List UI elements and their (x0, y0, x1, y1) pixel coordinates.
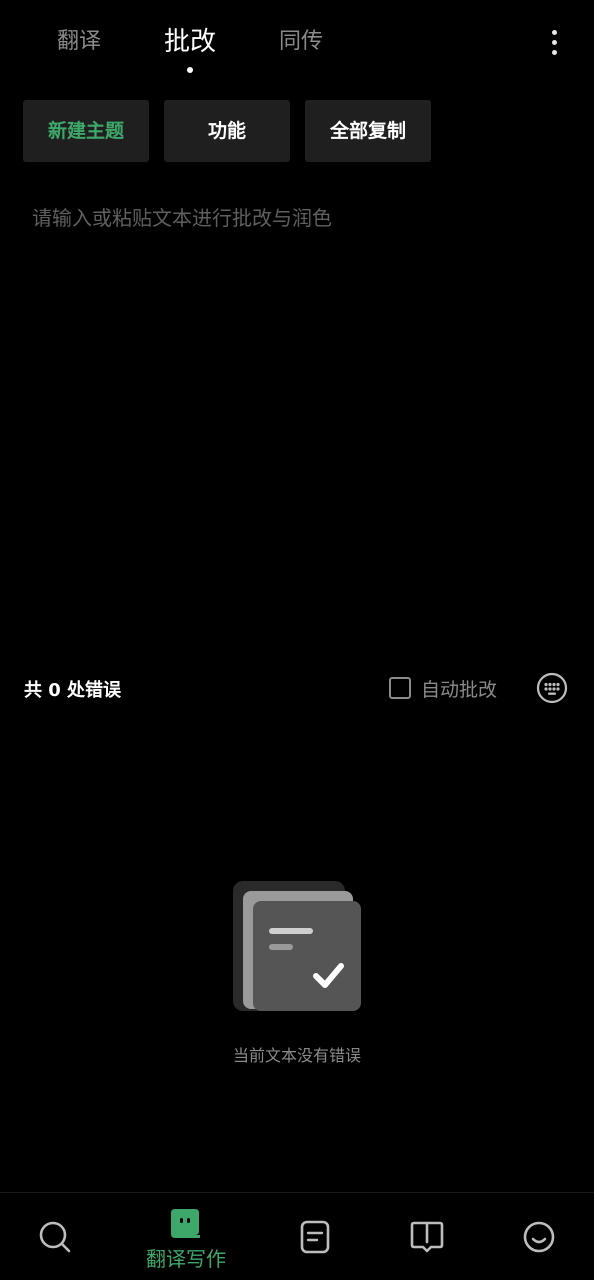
keyboard-icon[interactable] (536, 672, 568, 704)
nav-book[interactable] (368, 1193, 486, 1280)
nav-notes[interactable] (257, 1193, 375, 1280)
copy-all-button[interactable]: 全部复制 (305, 100, 431, 162)
nav-translate-write-label: 翻译写作 (146, 1247, 226, 1271)
nav-search[interactable] (0, 1193, 118, 1280)
new-topic-button[interactable]: 新建主题 (23, 100, 149, 162)
auto-proofread-toggle[interactable]: 自动批改 (389, 676, 498, 701)
auto-proofread-checkbox[interactable] (389, 677, 411, 699)
book-icon (410, 1221, 444, 1253)
nav-translate-write[interactable]: 翻译写作 (127, 1193, 245, 1280)
error-summary-row: 共 0 处错误 自动批改 (0, 666, 594, 712)
tab-proofread[interactable]: 批改 (150, 22, 230, 62)
no-errors-document-check-icon (232, 880, 364, 1014)
assistant-chat-icon (171, 1209, 200, 1238)
nav-profile[interactable] (480, 1193, 594, 1280)
proofread-text-input[interactable] (14, 190, 580, 630)
error-count-label: 共 0 处错误 (24, 680, 122, 701)
no-errors-message: 当前文本没有错误 (232, 1046, 361, 1065)
bottom-nav: 翻译写作 (0, 1192, 594, 1280)
active-tab-indicator (187, 67, 193, 73)
top-tab-bar: 翻译 批改 同传 (0, 0, 594, 90)
notes-icon (300, 1220, 330, 1254)
smiley-profile-icon (523, 1221, 555, 1253)
tab-simultaneous[interactable]: 同传 (262, 22, 340, 62)
functions-button[interactable]: 功能 (164, 100, 290, 162)
app-root: 翻译 批改 同传 新建主题 功能 全部复制 共 0 处错误 自动批改 (0, 0, 594, 1280)
auto-proofread-label: 自动批改 (421, 678, 498, 701)
search-icon (39, 1221, 71, 1253)
tab-translate[interactable]: 翻译 (40, 22, 118, 62)
more-vertical-icon[interactable] (548, 30, 560, 56)
